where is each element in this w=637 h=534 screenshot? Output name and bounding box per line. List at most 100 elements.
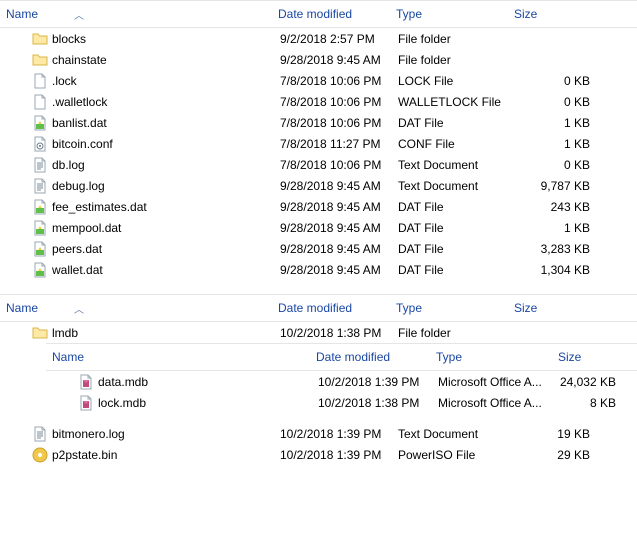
column-header-type[interactable]: Type [390,295,508,321]
file-size: 1 KB [510,116,608,130]
file-name: db.log [52,158,85,172]
file-type: LOCK File [392,74,510,88]
file-name: chainstate [52,53,107,67]
file-name: .lock [52,74,77,88]
file-name: bitcoin.conf [52,137,113,151]
column-header-name[interactable]: Name ︿ [0,295,272,321]
poweriso-icon [32,447,48,463]
file-row[interactable]: lmdb10/2/2018 1:38 PMFile folder [0,322,637,343]
file-type: Text Document [392,427,510,441]
column-header-name-label: Name [6,7,38,21]
column-header-name[interactable]: Name [46,344,310,370]
file-row[interactable]: .walletlock 7/8/2018 10:06 PMWALLETLOCK F… [0,91,637,112]
file-type: File folder [392,32,510,46]
file-row[interactable]: mempool.dat9/28/2018 9:45 AMDAT File1 KB [0,217,637,238]
dat-icon [32,241,48,257]
file-row[interactable]: blocks9/2/2018 2:57 PMFile folder [0,28,637,49]
file-date: 9/2/2018 2:57 PM [274,32,392,46]
file-size: 9,787 KB [510,179,608,193]
file-size: 3,283 KB [510,242,608,256]
column-header-size-label: Size [514,7,537,21]
file-size: 1,304 KB [510,263,608,277]
file-date: 7/8/2018 10:06 PM [274,74,392,88]
file-name: data.mdb [98,375,148,389]
file-size: 243 KB [510,200,608,214]
file-date: 9/28/2018 9:45 AM [274,242,392,256]
column-header-date-label: Date modified [278,301,352,315]
folder-icon [32,325,48,341]
file-row[interactable]: db.log 7/8/2018 10:06 PMText Document0 KB [0,154,637,175]
column-header-type-label: Type [396,7,422,21]
file-date: 7/8/2018 10:06 PM [274,158,392,172]
file-icon [32,73,48,89]
file-type: Text Document [392,158,510,172]
file-type: DAT File [392,200,510,214]
file-name: lock.mdb [98,396,146,410]
file-date: 9/28/2018 9:45 AM [274,53,392,67]
file-name: p2pstate.bin [52,448,117,462]
file-type: CONF File [392,137,510,151]
file-size: 0 KB [510,95,608,109]
dat-icon [32,115,48,131]
file-row[interactable]: data.mdb10/2/2018 1:39 PMMicrosoft Offic… [46,371,637,392]
file-name: mempool.dat [52,221,121,235]
file-type: DAT File [392,116,510,130]
file-type: WALLETLOCK File [392,95,510,109]
column-header-size[interactable]: Size [552,344,632,370]
column-header-size[interactable]: Size [508,1,606,27]
file-row[interactable]: .lock7/8/2018 10:06 PMLOCK File0 KB [0,70,637,91]
dat-icon [32,220,48,236]
file-name: bitmonero.log [52,427,125,441]
file-icon [32,94,48,110]
folder-icon [32,31,48,47]
file-date: 7/8/2018 11:27 PM [274,137,392,151]
file-size: 1 KB [510,221,608,235]
file-row[interactable]: fee_estimates.dat9/28/2018 9:45 AMDAT Fi… [0,196,637,217]
column-header-date[interactable]: Date modified [310,344,430,370]
column-header-date[interactable]: Date modified [272,295,390,321]
file-row[interactable]: chainstate9/28/2018 9:45 AMFile folder [0,49,637,70]
column-header-type-label: Type [396,301,422,315]
file-row[interactable]: banlist.dat7/8/2018 10:06 PMDAT File1 KB [0,112,637,133]
dat-icon [32,262,48,278]
column-header-type[interactable]: Type [430,344,552,370]
file-date: 10/2/2018 1:38 PM [274,326,392,340]
column-header-type[interactable]: Type [390,1,508,27]
file-type: File folder [392,326,510,340]
file-type: Text Document [392,179,510,193]
column-header-date-label: Date modified [316,350,390,364]
conf-icon [32,136,48,152]
file-date: 9/28/2018 9:45 AM [274,200,392,214]
column-header-row: Name ︿ Date modified Type Size [0,294,637,322]
file-size: 1 KB [510,137,608,151]
file-type: DAT File [392,221,510,235]
text-icon [32,426,48,442]
file-date: 7/8/2018 10:06 PM [274,95,392,109]
file-name: .walletlock [52,95,107,109]
file-date: 9/28/2018 9:45 AM [274,263,392,277]
mdb-icon [78,395,94,411]
file-row[interactable]: lock.mdb10/2/2018 1:38 PMMicrosoft Offic… [46,392,637,413]
column-header-date-label: Date modified [278,7,352,21]
column-header-name-label: Name [52,350,84,364]
file-size: 0 KB [510,158,608,172]
file-row[interactable]: p2pstate.bin10/2/2018 1:39 PMPowerISO Fi… [0,444,637,465]
file-type: Microsoft Office A... [432,375,554,389]
file-date: 10/2/2018 1:39 PM [274,448,392,462]
column-header-size-label: Size [558,350,581,364]
file-name: debug.log [52,179,105,193]
file-row[interactable]: bitcoin.conf 7/8/2018 11:27 PMCONF File1 … [0,133,637,154]
sort-caret-icon: ︿ [74,7,84,22]
file-size: 29 KB [510,448,608,462]
file-date: 10/2/2018 1:38 PM [312,396,432,410]
file-size: 19 KB [510,427,608,441]
file-row[interactable]: peers.dat9/28/2018 9:45 AMDAT File3,283 … [0,238,637,259]
column-header-name[interactable]: Name ︿ [0,1,272,27]
file-row[interactable]: wallet.dat9/28/2018 9:45 AMDAT File1,304… [0,259,637,280]
column-header-name-label: Name [6,301,38,315]
file-row[interactable]: debug.log9/28/2018 9:45 AMText Document9… [0,175,637,196]
column-header-date[interactable]: Date modified [272,1,390,27]
file-row[interactable]: bitmonero.log10/2/2018 1:39 PMText Docum… [0,423,637,444]
file-name: wallet.dat [52,263,103,277]
column-header-size[interactable]: Size [508,295,606,321]
